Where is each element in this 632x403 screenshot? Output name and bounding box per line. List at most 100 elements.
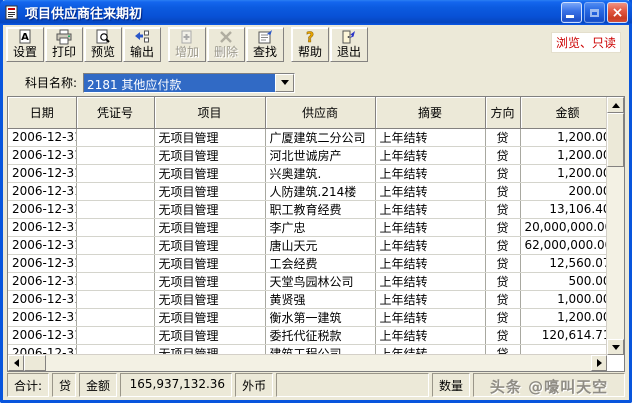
table-row[interactable]: 2006-12-31 无项目管理 唐山天元 上年结转贷 62,000,000.00 — [8, 236, 607, 255]
cell-voucher[interactable] — [76, 164, 155, 183]
cell-supplier[interactable]: 河北世诚房产 — [265, 146, 376, 165]
account-select-dropdown-button[interactable] — [275, 73, 295, 92]
cell-summary[interactable]: 上年结转 — [375, 326, 486, 345]
column-header-date[interactable]: 日期 — [8, 97, 77, 129]
cell-voucher[interactable] — [76, 236, 155, 255]
cell-direction[interactable]: 贷 — [485, 272, 521, 291]
cell-direction[interactable]: 贷 — [485, 308, 521, 327]
preview-button[interactable]: 预览 — [84, 27, 122, 62]
cell-project[interactable]: 无项目管理 — [154, 146, 266, 165]
cell-direction[interactable]: 贷 — [485, 164, 521, 183]
table-row[interactable]: 2006-12-31 无项目管理 职工教育经费 上年结转贷 13,106.40 — [8, 200, 607, 219]
vertical-scroll-thumb[interactable] — [607, 113, 624, 167]
cell-direction[interactable]: 贷 — [485, 326, 521, 345]
cell-direction[interactable]: 贷 — [485, 254, 521, 273]
print-button[interactable]: 打印 — [45, 27, 83, 62]
cell-summary[interactable]: 上年结转 — [375, 308, 486, 327]
cell-amount[interactable]: 62,000,000.00 — [520, 236, 607, 255]
scroll-up-button[interactable] — [607, 97, 624, 113]
cell-supplier[interactable]: 衡水第一建筑 — [265, 308, 376, 327]
cell-direction[interactable]: 贷 — [485, 146, 521, 165]
cell-supplier[interactable]: 工会经费 — [265, 254, 376, 273]
cell-summary[interactable]: 上年结转 — [375, 182, 486, 201]
scroll-right-button[interactable] — [591, 355, 607, 371]
cell-supplier[interactable]: 唐山天元 — [265, 236, 376, 255]
cell-voucher[interactable] — [76, 146, 155, 165]
cell-voucher[interactable] — [76, 272, 155, 291]
cell-supplier[interactable]: 李广忠 — [265, 218, 376, 237]
help-button[interactable]: ? 帮助 — [291, 27, 329, 62]
cell-project[interactable]: 无项目管理 — [154, 290, 266, 309]
cell-voucher[interactable] — [76, 308, 155, 327]
column-header-direction[interactable]: 方向 — [485, 97, 521, 129]
cell-amount[interactable]: 20,000,000.00 — [520, 218, 607, 237]
cell-summary[interactable]: 上年结转 — [375, 254, 486, 273]
export-button[interactable]: 输出 — [123, 27, 161, 62]
table-row[interactable]: 2006-12-31 无项目管理 委托代征税款 上年结转贷 120,614.71 — [8, 326, 607, 345]
cell-date[interactable]: 2006-12-31 — [8, 200, 77, 219]
cell-project[interactable]: 无项目管理 — [154, 272, 266, 291]
cell-date[interactable]: 2006-12-31 — [8, 308, 77, 327]
cell-direction[interactable]: 贷 — [485, 182, 521, 201]
cell-supplier[interactable]: 广厦建筑二分公司 — [265, 128, 376, 147]
cell-project[interactable]: 无项目管理 — [154, 164, 266, 183]
table-row[interactable]: 2006-12-31 无项目管理 天堂鸟园林公司 上年结转贷 500.00 — [8, 272, 607, 291]
vertical-scrollbar[interactable] — [606, 97, 624, 355]
cell-voucher[interactable] — [76, 254, 155, 273]
cell-summary[interactable]: 上年结转 — [375, 272, 486, 291]
cell-date[interactable]: 2006-12-31 — [8, 326, 77, 345]
cell-supplier[interactable]: 人防建筑.214楼 — [265, 182, 376, 201]
cell-amount[interactable]: 1,200.00 — [520, 164, 607, 183]
cell-amount[interactable]: 1,000.00 — [520, 290, 607, 309]
column-header-amount[interactable]: 金额 — [520, 97, 607, 129]
cell-supplier[interactable]: 兴奥建筑. — [265, 164, 376, 183]
cell-amount[interactable]: 1,200.00 — [520, 146, 607, 165]
cell-amount[interactable]: 200.00 — [520, 182, 607, 201]
cell-date[interactable]: 2006-12-31 — [8, 146, 77, 165]
cell-supplier[interactable]: 职工教育经费 — [265, 200, 376, 219]
cell-project[interactable]: 无项目管理 — [154, 326, 266, 345]
scroll-left-button[interactable] — [8, 355, 24, 371]
horizontal-scroll-thumb[interactable] — [24, 355, 46, 371]
cell-project[interactable]: 无项目管理 — [154, 128, 266, 147]
cell-date[interactable]: 2006-12-31 — [8, 254, 77, 273]
cell-summary[interactable]: 上年结转 — [375, 164, 486, 183]
cell-supplier[interactable]: 天堂鸟园林公司 — [265, 272, 376, 291]
cell-direction[interactable]: 贷 — [485, 236, 521, 255]
cell-summary[interactable]: 上年结转 — [375, 200, 486, 219]
cell-date[interactable]: 2006-12-31 — [8, 272, 77, 291]
cell-supplier[interactable]: 黄贤强 — [265, 290, 376, 309]
cell-project[interactable]: 无项目管理 — [154, 308, 266, 327]
cell-project[interactable]: 无项目管理 — [154, 182, 266, 201]
scroll-down-button[interactable] — [607, 339, 624, 355]
column-header-voucher[interactable]: 凭证号 — [76, 97, 155, 129]
cell-date[interactable]: 2006-12-31 — [8, 164, 77, 183]
cell-amount[interactable]: 12,560.07 — [520, 254, 607, 273]
cell-voucher[interactable] — [76, 128, 155, 147]
table-row[interactable]: 2006-12-31 无项目管理 人防建筑.214楼 上年结转贷 200.00 — [8, 182, 607, 201]
cell-amount[interactable]: 120,614.71 — [520, 326, 607, 345]
cell-amount[interactable]: 500.00 — [520, 272, 607, 291]
cell-date[interactable]: 2006-12-31 — [8, 236, 77, 255]
cell-supplier[interactable]: 委托代征税款 — [265, 326, 376, 345]
table-row[interactable]: 2006-12-31 无项目管理 衡水第一建筑 上年结转贷 1,200.00 — [8, 308, 607, 327]
close-button[interactable]: × — [607, 2, 628, 23]
cell-voucher[interactable] — [76, 290, 155, 309]
cell-project[interactable]: 无项目管理 — [154, 236, 266, 255]
column-header-project[interactable]: 项目 — [154, 97, 266, 129]
cell-amount[interactable]: 13,106.40 — [520, 200, 607, 219]
cell-direction[interactable]: 贷 — [485, 218, 521, 237]
exit-button[interactable]: 退出 — [330, 27, 368, 62]
cell-summary[interactable]: 上年结转 — [375, 290, 486, 309]
cell-amount[interactable]: 1,200.00 — [520, 128, 607, 147]
cell-date[interactable]: 2006-12-31 — [8, 218, 77, 237]
cell-date[interactable]: 2006-12-31 — [8, 128, 77, 147]
column-header-summary[interactable]: 摘要 — [375, 97, 486, 129]
cell-voucher[interactable] — [76, 200, 155, 219]
cell-summary[interactable]: 上年结转 — [375, 218, 486, 237]
cell-summary[interactable]: 上年结转 — [375, 236, 486, 255]
cell-voucher[interactable] — [76, 182, 155, 201]
minimize-button[interactable] — [561, 2, 582, 23]
table-row[interactable]: 2006-12-31 无项目管理 兴奥建筑. 上年结转贷 1,200.00 — [8, 164, 607, 183]
cell-direction[interactable]: 贷 — [485, 200, 521, 219]
